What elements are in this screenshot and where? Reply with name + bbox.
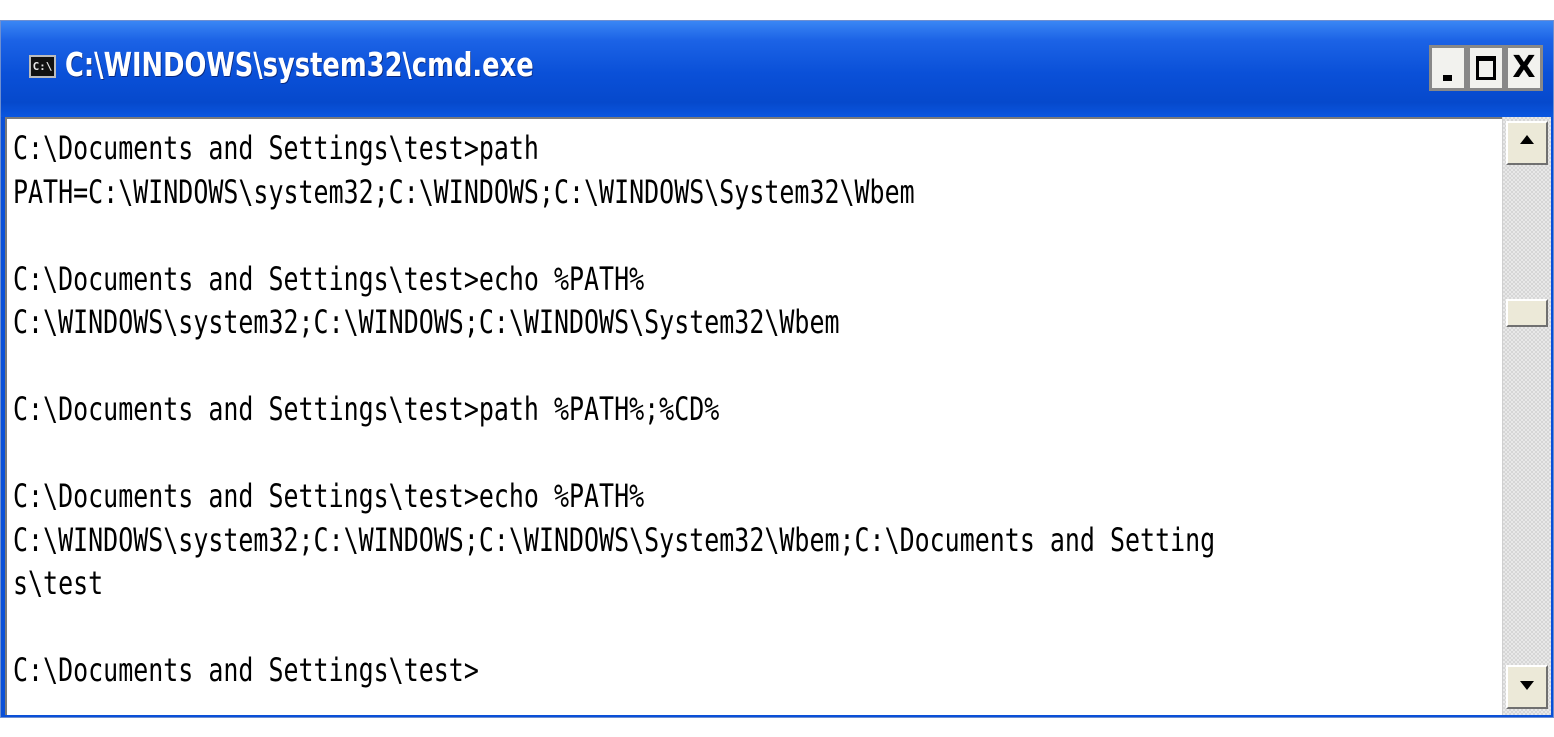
console-line: C:\Documents and Settings\test>echo %PAT… bbox=[13, 259, 645, 298]
minimize-button[interactable] bbox=[1429, 45, 1467, 91]
console-line: C:\Documents and Settings\test>echo %PAT… bbox=[13, 477, 645, 515]
console-output-area[interactable]: C:\Documents and Settings\test>path PATH… bbox=[5, 117, 1502, 715]
cmd-window: C:\ C:\WINDOWS\system32\cmd.exe X C:\Doc… bbox=[0, 20, 1554, 718]
maximize-button[interactable] bbox=[1467, 45, 1505, 91]
minimize-icon bbox=[1443, 75, 1452, 81]
console-line: C:\Documents and Settings\test>path bbox=[13, 129, 539, 167]
scroll-up-arrow-icon bbox=[1520, 135, 1534, 144]
scroll-up-button[interactable] bbox=[1506, 121, 1548, 165]
maximize-icon bbox=[1476, 56, 1496, 80]
close-icon: X bbox=[1512, 50, 1536, 85]
console-line: PATH=C:\WINDOWS\system32;C:\WINDOWS;C:\W… bbox=[13, 172, 915, 211]
title-bar[interactable]: C:\ C:\WINDOWS\system32\cmd.exe X bbox=[1, 21, 1553, 117]
cmd-console-icon[interactable]: C:\ bbox=[29, 55, 56, 78]
scroll-down-arrow-icon bbox=[1520, 681, 1534, 690]
app-icon-text: C:\ bbox=[32, 60, 53, 73]
console-line: s\test bbox=[13, 564, 104, 602]
console-lines: C:\Documents and Settings\test>path PATH… bbox=[13, 127, 1502, 693]
console-prompt-line[interactable]: C:\Documents and Settings\test> bbox=[13, 649, 1215, 693]
scroll-down-button[interactable] bbox=[1506, 665, 1548, 709]
console-line: C:\WINDOWS\system32;C:\WINDOWS;C:\WINDOW… bbox=[13, 303, 840, 341]
vertical-scrollbar[interactable] bbox=[1502, 117, 1551, 715]
scroll-thumb[interactable] bbox=[1506, 299, 1548, 327]
console-line: C:\WINDOWS\system32;C:\WINDOWS;C:\WINDOW… bbox=[13, 520, 1216, 559]
close-button[interactable]: X bbox=[1505, 45, 1543, 91]
window-title: C:\WINDOWS\system32\cmd.exe bbox=[65, 45, 534, 84]
window-bottom-border bbox=[1, 715, 1553, 717]
console-line: C:\Documents and Settings\test>path %PAT… bbox=[13, 390, 720, 428]
